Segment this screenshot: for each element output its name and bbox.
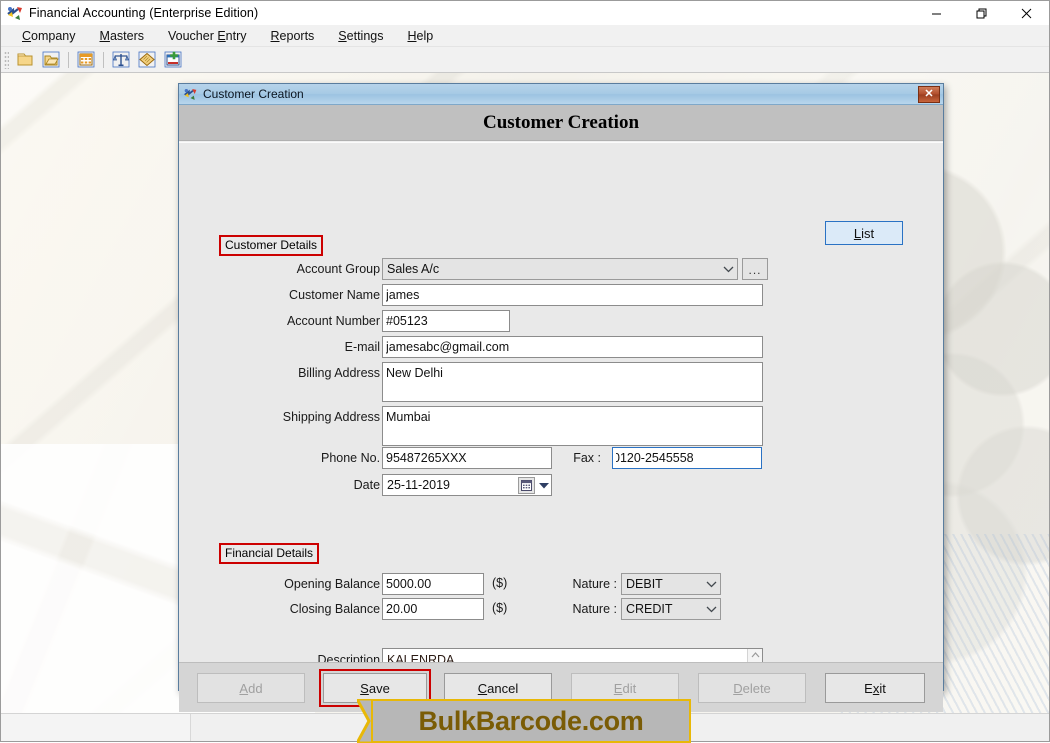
menu-item-voucher-entry[interactable]: Voucher Entry bbox=[157, 27, 258, 45]
menu-item-settings[interactable]: Settings bbox=[327, 27, 394, 45]
account-group-combobox[interactable]: Sales A/c bbox=[382, 258, 738, 280]
chevron-down-icon bbox=[703, 574, 720, 594]
menu-bar: Company Masters Voucher Entry Reports Se… bbox=[1, 25, 1049, 47]
new-company-icon[interactable] bbox=[13, 49, 37, 71]
window-title-bar: Financial Accounting (Enterprise Edition… bbox=[1, 1, 1049, 25]
add-button[interactable]: Add bbox=[197, 673, 305, 703]
closing-nature-combobox[interactable]: CREDIT bbox=[621, 598, 721, 620]
toolbar bbox=[1, 47, 1049, 73]
opening-nature-value: DEBIT bbox=[626, 577, 663, 591]
status-bar-cell bbox=[1, 714, 191, 741]
dialog-heading-text: Customer Creation bbox=[482, 111, 640, 133]
dialog-app-icon bbox=[183, 87, 198, 101]
calendar-table-icon[interactable] bbox=[74, 49, 98, 71]
opening-balance-currency: ($) bbox=[492, 576, 508, 590]
watermark-body: BulkBarcode.com bbox=[371, 699, 691, 743]
toolbar-separator-2 bbox=[103, 51, 104, 68]
billing-address-label: Billing Address : bbox=[298, 366, 387, 380]
section-label-financial-details: Financial Details bbox=[219, 543, 320, 564]
shipping-address-label: Shipping Address : bbox=[282, 410, 387, 424]
chevron-down-icon bbox=[703, 599, 720, 619]
calendar-icon[interactable] bbox=[518, 476, 535, 494]
menu-item-help[interactable]: Help bbox=[396, 27, 444, 45]
add-record-icon[interactable] bbox=[161, 49, 185, 71]
opening-nature-label: Nature : bbox=[572, 577, 617, 591]
email-label: E-mail : bbox=[344, 340, 387, 354]
date-dropdown-arrow-icon[interactable] bbox=[537, 482, 551, 489]
trial-balance-icon[interactable] bbox=[109, 49, 133, 71]
app-logo-icon bbox=[6, 5, 24, 21]
customer-creation-dialog: Customer Creation ✕ Customer Creation Li… bbox=[178, 83, 944, 712]
date-value: 25-11-2019 bbox=[387, 478, 451, 492]
exit-button[interactable]: Exit bbox=[825, 673, 925, 703]
menu-item-masters[interactable]: Masters bbox=[89, 27, 155, 45]
watermark-banner: BulkBarcode.com bbox=[357, 699, 691, 743]
customer-name-input[interactable] bbox=[382, 284, 763, 306]
dialog-title-bar: Customer Creation ✕ bbox=[179, 84, 943, 105]
open-company-icon[interactable] bbox=[39, 49, 63, 71]
closing-balance-input[interactable] bbox=[382, 598, 484, 620]
fax-label: Fax : bbox=[573, 451, 601, 465]
closing-balance-label: Closing Balance : bbox=[289, 602, 387, 616]
list-button-label: List bbox=[853, 225, 875, 241]
watermark-text: BulkBarcode.com bbox=[418, 705, 644, 736]
toolbar-separator-1 bbox=[68, 51, 69, 68]
menu-item-reports[interactable]: Reports bbox=[260, 27, 326, 45]
closing-nature-value: CREDIT bbox=[626, 602, 673, 616]
delete-button[interactable]: Delete bbox=[698, 673, 806, 703]
menu-item-masters-rest: asters bbox=[109, 28, 144, 43]
account-group-label: Account Group : bbox=[296, 262, 387, 276]
fax-input[interactable] bbox=[612, 447, 762, 469]
dialog-close-icon[interactable]: ✕ bbox=[918, 86, 940, 103]
restore-button[interactable] bbox=[959, 1, 1004, 25]
billing-address-textarea[interactable] bbox=[382, 362, 763, 402]
close-button[interactable] bbox=[1004, 1, 1049, 25]
menu-item-company[interactable]: Company bbox=[11, 27, 87, 45]
email-input[interactable] bbox=[382, 336, 763, 358]
section-label-customer-details: Customer Details bbox=[219, 235, 324, 256]
opening-nature-combobox[interactable]: DEBIT bbox=[621, 573, 721, 595]
dialog-form-body: List Customer Details Account Group : Sa… bbox=[179, 142, 943, 695]
scroll-up-icon[interactable] bbox=[751, 651, 760, 660]
account-group-value: Sales A/c bbox=[387, 262, 440, 276]
opening-balance-label: Opening Balance : bbox=[284, 577, 387, 591]
dialog-heading-bar: Customer Creation bbox=[179, 105, 943, 141]
closing-nature-label: Nature : bbox=[572, 602, 617, 616]
account-number-input[interactable] bbox=[382, 310, 510, 332]
chevron-down-icon bbox=[720, 259, 737, 279]
customer-name-label: Customer Name : bbox=[289, 288, 387, 302]
toolbar-drag-grip[interactable] bbox=[4, 50, 9, 69]
list-button[interactable]: List bbox=[825, 221, 903, 245]
account-group-browse-button[interactable]: ... bbox=[742, 258, 768, 280]
account-number-label: Account Number : bbox=[286, 314, 387, 328]
phone-label: Phone No. : bbox=[320, 451, 387, 465]
shipping-address-textarea[interactable] bbox=[382, 406, 763, 446]
closing-balance-currency: ($) bbox=[492, 601, 508, 615]
phone-input[interactable] bbox=[382, 447, 552, 469]
main-application-window: Financial Accounting (Enterprise Edition… bbox=[0, 0, 1050, 743]
opening-balance-input[interactable] bbox=[382, 573, 484, 595]
menu-item-company-rest: ompany bbox=[31, 28, 76, 43]
minimize-button[interactable] bbox=[914, 1, 959, 25]
date-label: Date : bbox=[353, 478, 387, 492]
window-controls bbox=[914, 1, 1049, 25]
app-title-text: Financial Accounting (Enterprise Edition… bbox=[29, 6, 259, 20]
dialog-title-text: Customer Creation bbox=[203, 87, 304, 101]
ledger-book-icon[interactable] bbox=[135, 49, 159, 71]
date-picker[interactable]: 25-11-2019 bbox=[382, 474, 552, 496]
